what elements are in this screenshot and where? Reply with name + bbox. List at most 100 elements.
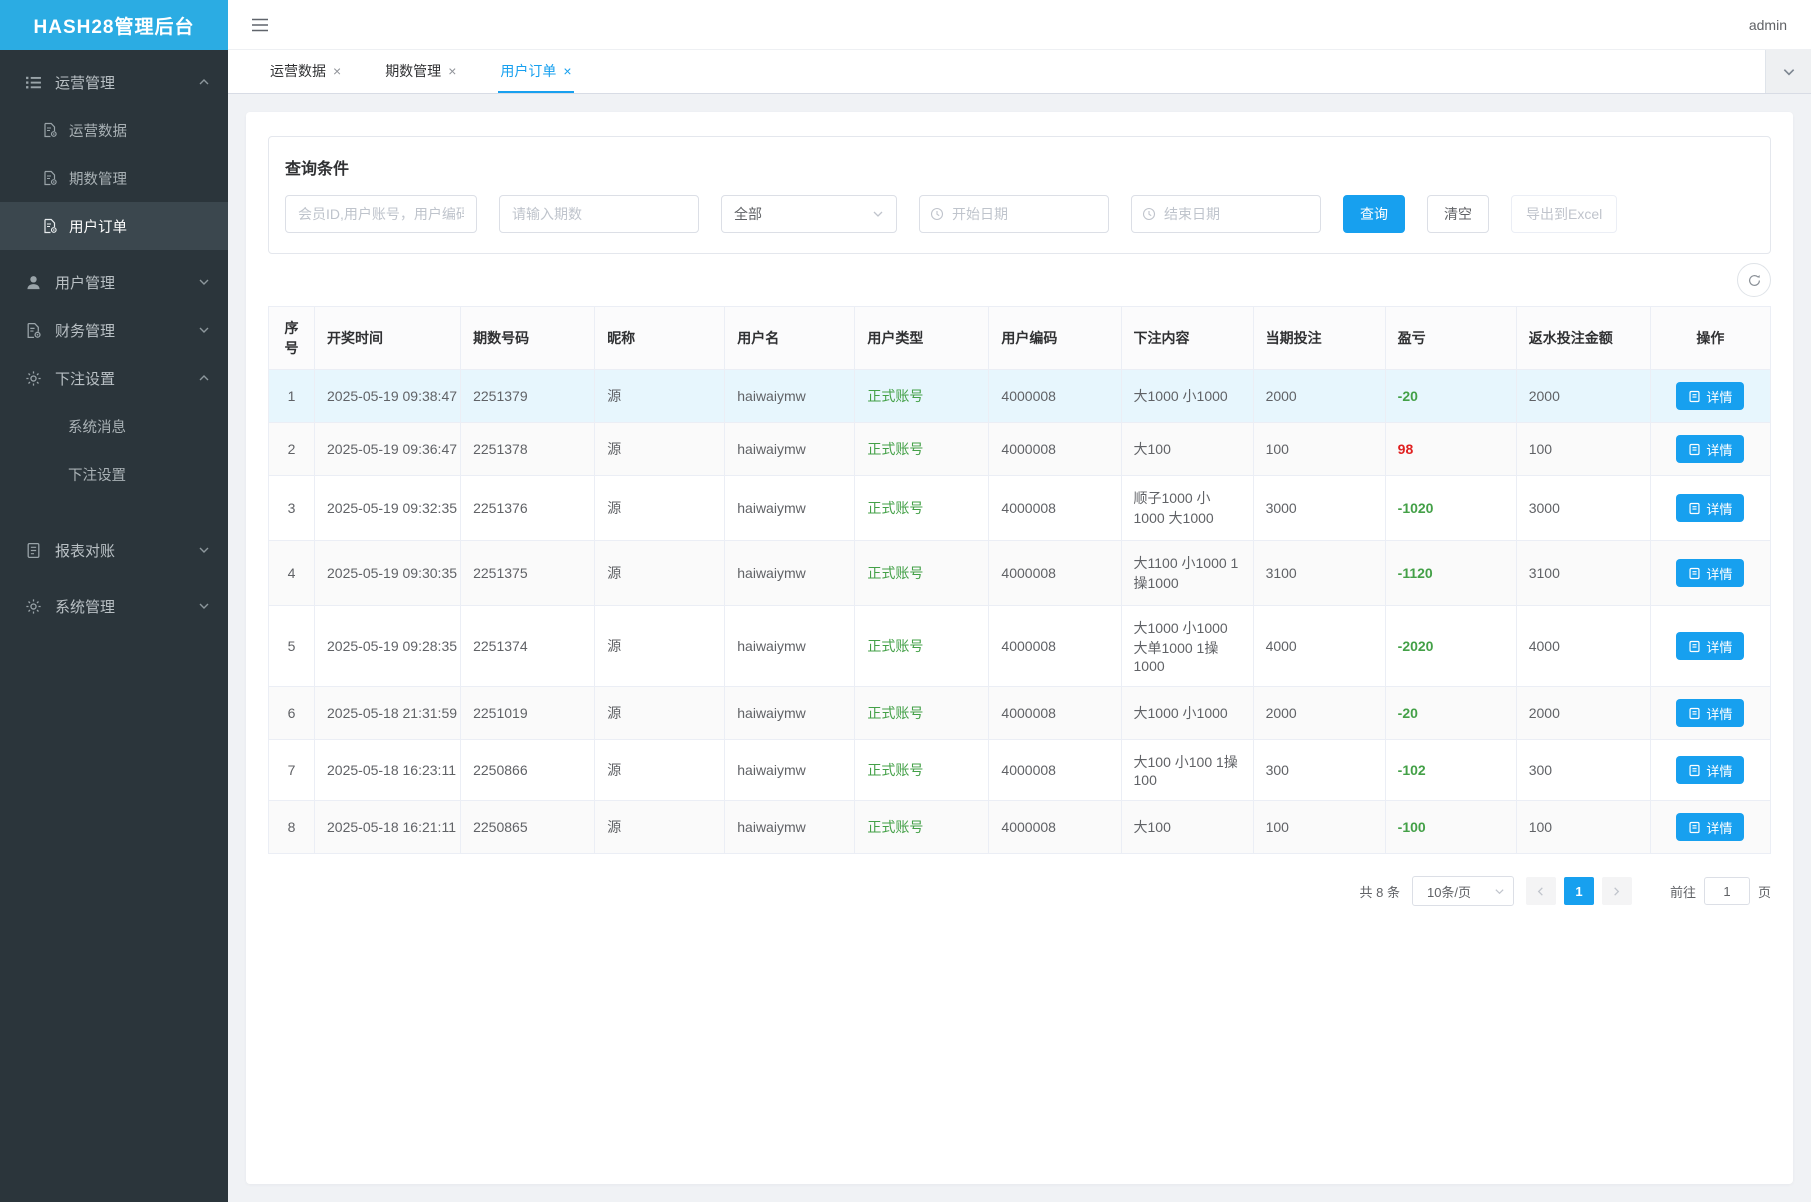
sidebar-item-system-messages[interactable]: 系统消息 bbox=[0, 402, 228, 450]
cell-stake: 300 bbox=[1253, 740, 1385, 801]
col-header-period: 期数号码 bbox=[461, 307, 595, 370]
table-body: 1 2025-05-19 09:38:47 2251379 源 haiwaiym… bbox=[269, 370, 1771, 854]
sidebar-item-bet-settings-group[interactable]: 下注设置 bbox=[0, 354, 228, 402]
total-count: 共 8 条 bbox=[1360, 882, 1400, 901]
next-page-button[interactable] bbox=[1602, 877, 1632, 905]
table-row: 5 2025-05-19 09:28:35 2251374 源 haiwaiym… bbox=[269, 606, 1771, 687]
hamburger-icon[interactable] bbox=[244, 10, 276, 40]
account-type-select[interactable]: 全部 bbox=[721, 195, 897, 233]
export-excel-button[interactable]: 导出到Excel bbox=[1511, 195, 1617, 233]
query-panel-title: 查询条件 bbox=[285, 155, 1754, 179]
document-gear-icon bbox=[24, 321, 42, 339]
sidebar-item-label: 下注设置 bbox=[68, 464, 126, 485]
tab-bar: 运营数据 × 期数管理 × 用户订单 × bbox=[228, 50, 1811, 94]
cell-index: 7 bbox=[269, 740, 315, 801]
cell-period: 2251375 bbox=[461, 541, 595, 606]
goto-page-input[interactable] bbox=[1704, 877, 1750, 905]
cell-nickname: 源 bbox=[595, 423, 725, 476]
sidebar-item-user-management[interactable]: 用户管理 bbox=[0, 258, 228, 306]
detail-button[interactable]: 详情 bbox=[1676, 382, 1744, 410]
detail-button[interactable]: 详情 bbox=[1676, 813, 1744, 841]
detail-button[interactable]: 详情 bbox=[1676, 435, 1744, 463]
cell-profit: -20 bbox=[1385, 370, 1516, 423]
detail-button[interactable]: 详情 bbox=[1676, 699, 1744, 727]
sidebar-item-operation-management[interactable]: 运营管理 bbox=[0, 58, 228, 106]
cell-draw-time: 2025-05-19 09:32:35 bbox=[315, 476, 461, 541]
sidebar-item-system-management[interactable]: 系统管理 bbox=[0, 582, 228, 630]
cell-index: 8 bbox=[269, 801, 315, 854]
sidebar-item-report-reconciliation[interactable]: 报表对账 bbox=[0, 526, 228, 574]
tab-operation-data[interactable]: 运营数据 × bbox=[268, 50, 343, 93]
chevron-down-icon bbox=[198, 324, 210, 336]
start-date-input[interactable] bbox=[952, 206, 1098, 222]
cell-user-code: 4000008 bbox=[989, 476, 1121, 541]
cell-rebate: 100 bbox=[1516, 801, 1650, 854]
cell-period: 2251376 bbox=[461, 476, 595, 541]
account-type-tag: 正式账号 bbox=[867, 565, 923, 581]
clear-button[interactable]: 清空 bbox=[1427, 195, 1489, 233]
member-search-input[interactable] bbox=[285, 195, 477, 233]
tab-period-management[interactable]: 期数管理 × bbox=[383, 50, 458, 93]
sidebar-item-period-management[interactable]: 期数管理 bbox=[0, 154, 228, 202]
goto-page: 前往 页 bbox=[1670, 877, 1771, 905]
cell-stake: 3100 bbox=[1253, 541, 1385, 606]
document-icon bbox=[24, 541, 42, 559]
refresh-button[interactable] bbox=[1737, 263, 1771, 297]
close-icon[interactable]: × bbox=[448, 64, 456, 78]
page-number-button[interactable]: 1 bbox=[1564, 877, 1594, 905]
cell-draw-time: 2025-05-19 09:28:35 bbox=[315, 606, 461, 687]
cell-username: haiwaiymw bbox=[725, 801, 855, 854]
main-content: 查询条件 全部 查询 清空 导出到Excel bbox=[228, 94, 1811, 1202]
period-number-input[interactable] bbox=[499, 195, 699, 233]
table-row: 8 2025-05-18 16:21:11 2250865 源 haiwaiym… bbox=[269, 801, 1771, 854]
cell-actions: 详情 bbox=[1650, 476, 1770, 541]
orders-table: 序号 开奖时间 期数号码 昵称 用户名 用户类型 用户编码 下注内容 当期投注 … bbox=[268, 306, 1771, 854]
sidebar-item-label: 期数管理 bbox=[69, 168, 127, 189]
cell-stake: 100 bbox=[1253, 423, 1385, 476]
tab-label: 期数管理 bbox=[385, 61, 441, 81]
app-logo: HASH28管理后台 bbox=[0, 0, 228, 50]
detail-button[interactable]: 详情 bbox=[1676, 756, 1744, 784]
refresh-icon bbox=[1747, 273, 1762, 288]
cell-index: 6 bbox=[269, 687, 315, 740]
cell-bet-content: 顺子1000 小1000 大1000 bbox=[1121, 476, 1253, 541]
cell-index: 4 bbox=[269, 541, 315, 606]
end-date-input[interactable] bbox=[1164, 206, 1310, 222]
close-icon[interactable]: × bbox=[333, 64, 341, 78]
tab-list-dropdown-button[interactable] bbox=[1765, 50, 1811, 93]
sidebar-item-user-orders[interactable]: 用户订单 bbox=[0, 202, 228, 250]
cell-user-type: 正式账号 bbox=[855, 801, 989, 854]
prev-page-button[interactable] bbox=[1526, 877, 1556, 905]
detail-button[interactable]: 详情 bbox=[1676, 494, 1744, 522]
document-icon bbox=[1688, 502, 1701, 515]
tab-user-orders[interactable]: 用户订单 × bbox=[498, 50, 573, 93]
document-icon bbox=[1688, 443, 1701, 456]
cell-bet-content: 大1100 小1000 1操1000 bbox=[1121, 541, 1253, 606]
list-icon bbox=[24, 73, 42, 91]
cell-user-type: 正式账号 bbox=[855, 687, 989, 740]
chevron-down-icon bbox=[1494, 886, 1505, 897]
sidebar-item-bet-settings[interactable]: 下注设置 bbox=[0, 450, 228, 498]
user-menu[interactable]: admin bbox=[1749, 17, 1787, 33]
sidebar-item-finance-management[interactable]: 财务管理 bbox=[0, 306, 228, 354]
cell-period: 2251379 bbox=[461, 370, 595, 423]
chevron-down-icon bbox=[198, 544, 210, 556]
page-size-select[interactable]: 10条/页 bbox=[1412, 876, 1514, 906]
cell-bet-content: 大1000 小1000 bbox=[1121, 370, 1253, 423]
cell-rebate: 300 bbox=[1516, 740, 1650, 801]
search-button[interactable]: 查询 bbox=[1343, 195, 1405, 233]
cell-index: 5 bbox=[269, 606, 315, 687]
close-icon[interactable]: × bbox=[563, 64, 571, 78]
table-row: 7 2025-05-18 16:23:11 2250866 源 haiwaiym… bbox=[269, 740, 1771, 801]
cell-period: 2251019 bbox=[461, 687, 595, 740]
chevron-right-icon bbox=[1611, 886, 1622, 897]
detail-button[interactable]: 详情 bbox=[1676, 559, 1744, 587]
start-date-picker[interactable] bbox=[919, 195, 1109, 233]
sidebar: HASH28管理后台 运营管理 运营数据 期数管理 用户订单 bbox=[0, 0, 228, 1202]
end-date-picker[interactable] bbox=[1131, 195, 1321, 233]
chevron-down-icon bbox=[198, 276, 210, 288]
col-header-user-code: 用户编码 bbox=[989, 307, 1121, 370]
detail-button[interactable]: 详情 bbox=[1676, 632, 1744, 660]
cell-bet-content: 大100 bbox=[1121, 423, 1253, 476]
sidebar-item-operation-data[interactable]: 运营数据 bbox=[0, 106, 228, 154]
